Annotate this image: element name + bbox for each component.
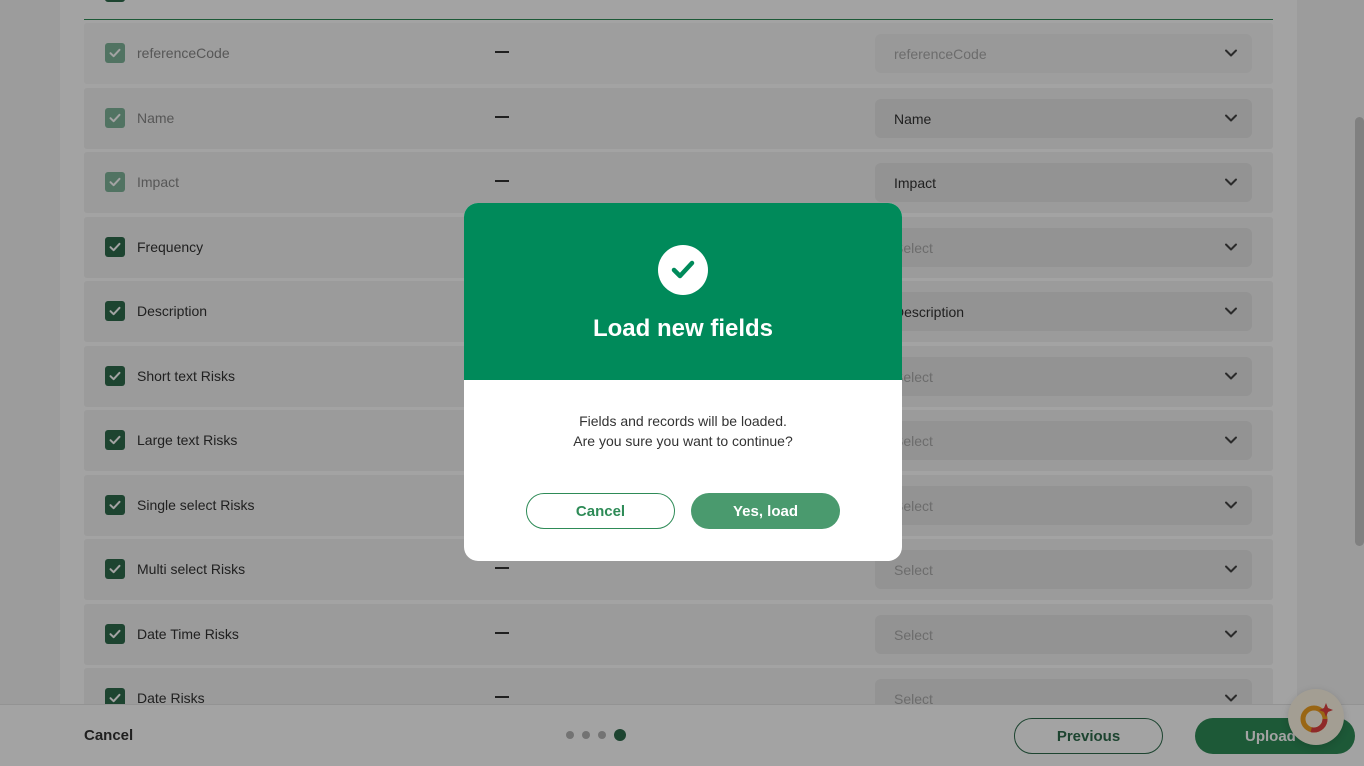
confirm-dialog: Load new fields Fields and records will … xyxy=(464,203,902,561)
dialog-header: Load new fields xyxy=(464,203,902,380)
dialog-cancel-button[interactable]: Cancel xyxy=(526,493,675,529)
dialog-message-line2: Are you sure you want to continue? xyxy=(573,433,793,449)
dialog-confirm-button[interactable]: Yes, load xyxy=(691,493,840,529)
dialog-message-line1: Fields and records will be loaded. xyxy=(579,413,787,429)
dialog-title: Load new fields xyxy=(592,315,774,342)
success-check-icon xyxy=(658,245,708,295)
